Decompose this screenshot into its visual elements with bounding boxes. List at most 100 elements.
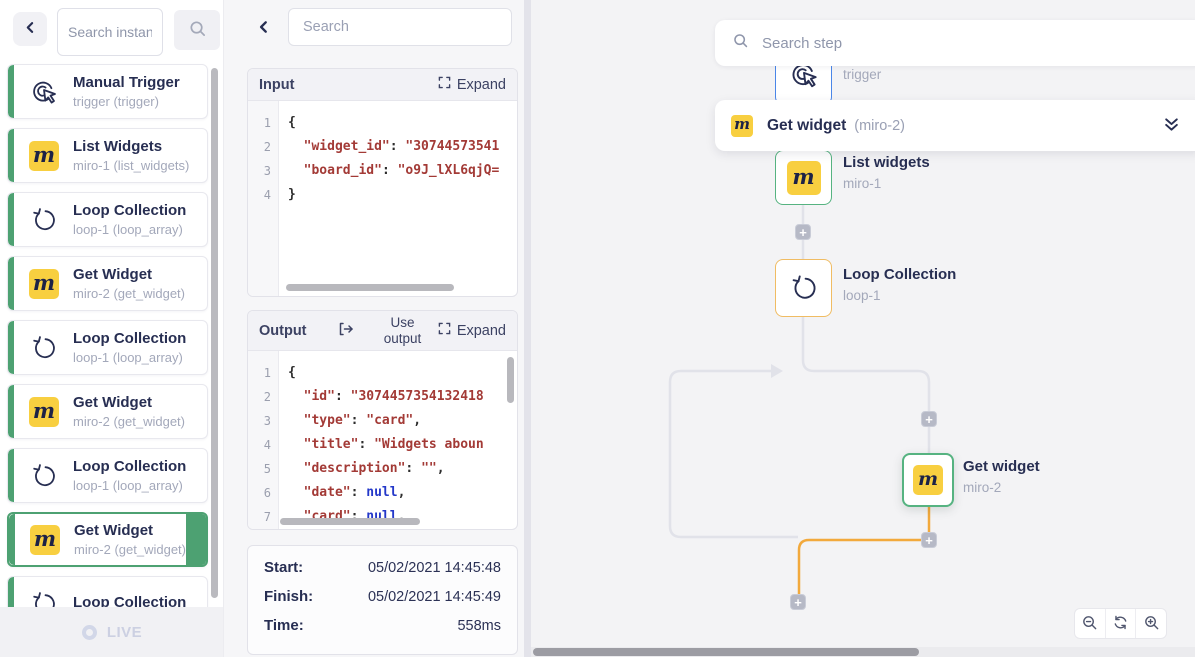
search-step-input[interactable] bbox=[762, 35, 1062, 52]
step-subtitle: miro-2 (get_widget) bbox=[74, 542, 186, 557]
start-timestamp: 05/02/2021 14:45:48 bbox=[368, 560, 501, 576]
live-label: LIVE bbox=[107, 624, 142, 641]
canvas-scrollbar-thumb[interactable] bbox=[533, 648, 919, 656]
sidebar-scrollbar[interactable] bbox=[211, 68, 218, 598]
workflow-debugger-app: Manual Trigger trigger (trigger) mList Wid… bbox=[0, 0, 1195, 657]
steps-sidebar: Manual Trigger trigger (trigger) mList Wid… bbox=[0, 0, 224, 657]
step-inspector-panel: Input Expand 1234 { "widget_id": "307445… bbox=[224, 0, 524, 657]
add-step-button[interactable]: + bbox=[921, 411, 937, 427]
add-step-button[interactable]: + bbox=[921, 532, 937, 548]
live-toggle[interactable]: LIVE bbox=[0, 607, 224, 657]
loop-icon bbox=[28, 460, 60, 492]
use-output-button[interactable]: Use output bbox=[321, 315, 428, 346]
node-list-widgets[interactable]: m bbox=[775, 150, 832, 205]
sidebar-header bbox=[0, 0, 223, 64]
live-indicator-icon bbox=[82, 625, 97, 640]
sidebar-step-item[interactable]: Loop Collection loop-1 (loop_array) bbox=[7, 448, 208, 503]
input-expand-button[interactable]: Expand bbox=[438, 76, 506, 93]
node-get-widget[interactable]: m bbox=[902, 453, 954, 507]
zoom-out-icon bbox=[1081, 614, 1098, 634]
output-panel-header: Output Use output Expand bbox=[248, 311, 517, 351]
input-panel: Input Expand 1234 { "widget_id": "307445… bbox=[247, 68, 518, 297]
sidebar-step-item[interactable]: m Get Widget miro-2 (get_widget) bbox=[7, 384, 208, 439]
selected-step-title: Get widget bbox=[767, 117, 846, 135]
input-json: { "widget_id": "30744573541 "board_id": … bbox=[279, 101, 517, 296]
input-panel-header: Input Expand bbox=[248, 69, 517, 101]
sidebar-step-item[interactable]: Loop Collection loop-1 (loop_array) bbox=[7, 192, 208, 247]
reset-view-button[interactable] bbox=[1105, 609, 1136, 638]
step-subtitle: trigger (trigger) bbox=[73, 94, 180, 109]
step-subtitle: miro-2 (get_widget) bbox=[73, 286, 185, 301]
output-expand-button[interactable]: Expand bbox=[438, 322, 506, 339]
finish-timestamp: 05/02/2021 14:45:49 bbox=[368, 589, 501, 605]
inspector-back-button[interactable] bbox=[254, 18, 274, 38]
manual-trigger-icon bbox=[28, 76, 60, 108]
expand-icon bbox=[438, 322, 451, 339]
inspector-search-input[interactable] bbox=[288, 8, 512, 46]
sidebar-back-button[interactable] bbox=[13, 12, 47, 46]
search-icon bbox=[732, 32, 749, 54]
input-horizontal-scrollbar[interactable] bbox=[286, 284, 454, 291]
workflow-edges bbox=[531, 0, 1195, 657]
step-title: Get Widget bbox=[73, 394, 185, 412]
search-icon bbox=[188, 19, 207, 41]
step-subtitle: miro-2 (get_widget) bbox=[73, 414, 185, 429]
step-list: Manual Trigger trigger (trigger) mList Wid… bbox=[0, 64, 208, 631]
timing-row-finish: Finish: 05/02/2021 14:45:49 bbox=[264, 588, 501, 614]
loop-icon bbox=[787, 271, 821, 305]
node-loop-collection[interactable] bbox=[775, 259, 832, 317]
sidebar-step-item[interactable]: Loop Collection loop-1 (loop_array) bbox=[7, 320, 208, 375]
step-subtitle: loop-1 (loop_array) bbox=[73, 478, 186, 493]
input-code-viewer: 1234 { "widget_id": "30744573541 "board_… bbox=[248, 101, 517, 296]
step-subtitle: loop-1 (loop_array) bbox=[73, 350, 186, 365]
sidebar-step-item[interactable]: Manual Trigger trigger (trigger) bbox=[7, 64, 208, 119]
sidebar-step-item[interactable]: m Get Widget miro-2 (get_widget) bbox=[7, 256, 208, 311]
output-horizontal-scrollbar[interactable] bbox=[280, 518, 420, 525]
step-title: Get Widget bbox=[73, 266, 185, 284]
output-json: { "id": "3074457354132418 "type": "card"… bbox=[279, 351, 517, 529]
miro-icon: m bbox=[913, 465, 943, 495]
node-get-widget-label: Get widget miro-2 bbox=[963, 458, 1040, 495]
loop-icon bbox=[28, 204, 60, 236]
timing-row-time: Time: 558ms bbox=[264, 617, 501, 643]
output-vertical-scrollbar[interactable] bbox=[507, 357, 514, 403]
step-title: Loop Collection bbox=[73, 458, 186, 476]
add-step-button[interactable]: + bbox=[790, 594, 806, 610]
sync-icon bbox=[1112, 614, 1129, 634]
step-title: Loop Collection bbox=[73, 202, 186, 220]
timing-panel: Start: 05/02/2021 14:45:48 Finish: 05/02… bbox=[247, 545, 518, 655]
zoom-out-button[interactable] bbox=[1075, 609, 1105, 638]
output-panel-title: Output bbox=[259, 323, 307, 339]
canvas-horizontal-scrollbar bbox=[531, 647, 1195, 657]
panel-resizer[interactable] bbox=[524, 0, 531, 657]
selected-step-bar[interactable]: m Get widget (miro-2) bbox=[715, 100, 1195, 151]
miro-icon: m bbox=[29, 524, 61, 556]
sidebar-search-button[interactable] bbox=[174, 10, 220, 50]
node-list-widgets-label: List widgets miro-1 bbox=[843, 154, 930, 191]
miro-icon: m bbox=[28, 140, 60, 172]
collapse-step-button[interactable] bbox=[1162, 116, 1180, 134]
chevron-left-icon bbox=[24, 21, 37, 37]
canvas-zoom-controls bbox=[1074, 608, 1167, 639]
sidebar-step-item[interactable]: m Get Widget miro-2 (get_widget) bbox=[7, 512, 208, 567]
miro-icon: m bbox=[28, 396, 60, 428]
line-numbers: 12345678 bbox=[248, 351, 279, 529]
add-step-button[interactable]: + bbox=[795, 224, 811, 240]
expand-icon bbox=[438, 76, 451, 93]
sidebar-step-item[interactable]: mList Widgetsmiro-1 (list_widgets) bbox=[7, 128, 208, 183]
chevron-left-icon bbox=[257, 20, 271, 37]
step-title: Get Widget bbox=[74, 522, 186, 540]
miro-icon: m bbox=[787, 161, 821, 195]
search-instance-input[interactable] bbox=[57, 8, 163, 56]
output-panel: Output Use output Expand 12345678 { "id"… bbox=[247, 310, 518, 530]
step-subtitle: loop-1 (loop_array) bbox=[73, 222, 186, 237]
input-panel-title: Input bbox=[259, 77, 294, 93]
workflow-canvas[interactable]: + + + + trigger m List widgets miro-1 Lo… bbox=[531, 0, 1195, 657]
miro-icon: m bbox=[28, 268, 60, 300]
step-title: Loop Collection bbox=[73, 330, 186, 348]
zoom-in-button[interactable] bbox=[1135, 609, 1166, 638]
export-arrow-icon bbox=[321, 322, 371, 340]
step-search-bar bbox=[715, 20, 1195, 66]
selected-step-subtitle: (miro-2) bbox=[854, 118, 905, 134]
step-title: Manual Trigger bbox=[73, 74, 180, 92]
